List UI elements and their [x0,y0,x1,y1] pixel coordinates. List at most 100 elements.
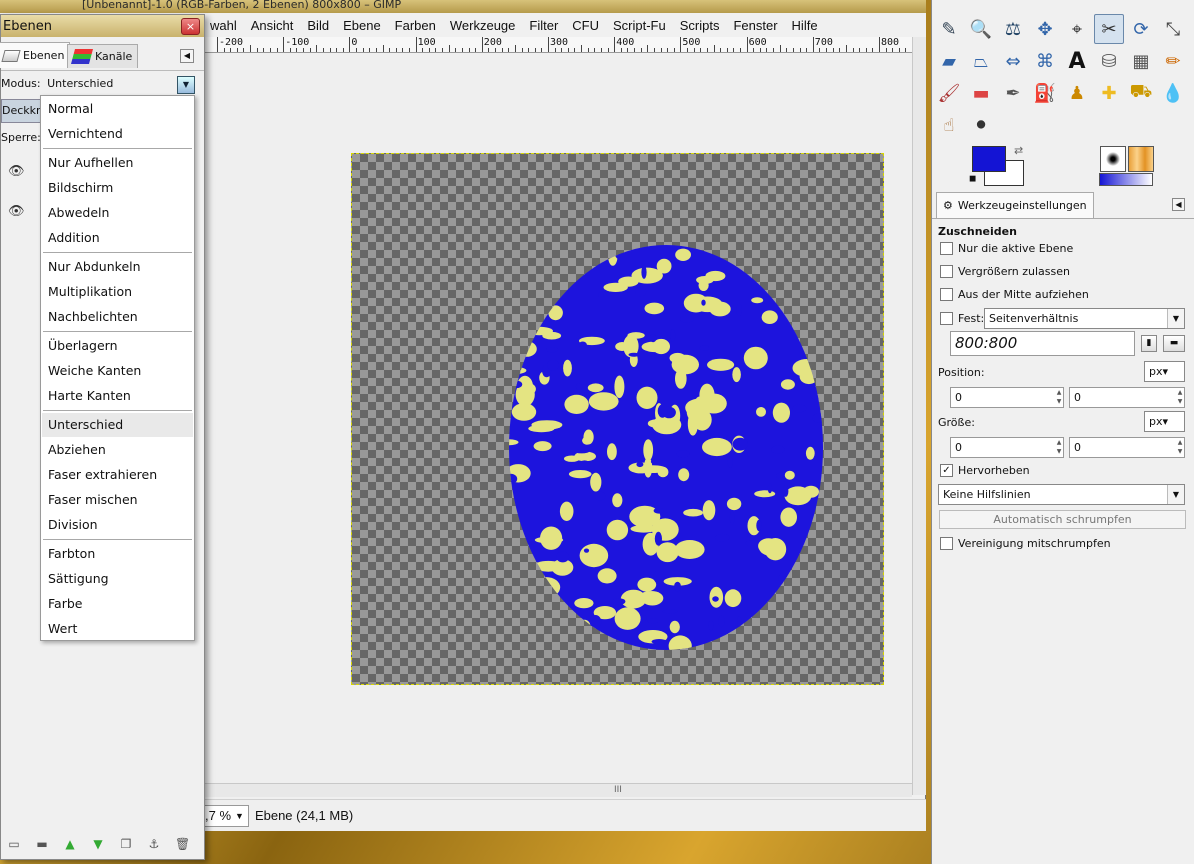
dodge-burn-icon[interactable]: ⚫ [966,110,996,140]
eye-icon[interactable]: 👁 [8,204,25,219]
checkbox-active-layer[interactable] [940,242,953,255]
shear-icon[interactable]: ▰ [934,46,964,76]
menu-scripts[interactable]: Scripts [673,18,727,33]
menu-item-normal[interactable]: Normal [42,97,193,121]
menu-item-faser-mischen[interactable]: Faser mischen [42,488,193,512]
portrait-icon[interactable]: ▮ [1141,335,1157,352]
menu-script-fu[interactable]: Script-Fu [606,18,673,33]
duplicate-layer-icon[interactable]: ❐ [119,837,133,851]
menu-item-addition[interactable]: Addition [42,226,193,250]
foreground-color-swatch[interactable] [972,146,1006,172]
menu-cfu[interactable]: CFU [565,18,606,33]
position-x-input[interactable]: 0 ▲ ▼ [950,387,1064,408]
brush-preview[interactable] [1100,146,1126,172]
eraser-icon[interactable]: ▬ [966,78,996,108]
smudge-icon[interactable]: ☝ [934,110,964,140]
menu-item-farbton[interactable]: Farbton [42,542,193,566]
menu-item-vernichtend[interactable]: Vernichtend [42,122,193,146]
spin-arrows-icon[interactable]: ▲ ▼ [1055,438,1063,457]
raise-layer-icon[interactable]: ▲ [63,837,77,851]
text-icon[interactable]: A [1062,46,1092,76]
menu-item-division[interactable]: Division [42,513,193,537]
menu-item-farbe[interactable]: Farbe [42,592,193,616]
guides-select[interactable]: Keine Hilfslinien ▼ [938,484,1185,505]
paintbrush-icon[interactable]: 🖌 [934,78,964,108]
layers-dialog-titlebar[interactable]: Ebenen [1,15,204,37]
color-picker-icon[interactable]: ✎ [934,14,964,44]
checkbox-allow-growing[interactable] [940,265,953,278]
checkbox-shrink-merged[interactable] [940,537,953,550]
menu-item-abziehen[interactable]: Abziehen [42,438,193,462]
checkbox-fixed[interactable] [940,312,953,325]
auto-shrink-button[interactable]: Automatisch schrumpfen [939,510,1186,529]
menu-item-bildschirm[interactable]: Bildschirm [42,176,193,200]
swap-colors-icon[interactable]: ⇄ [1014,144,1023,157]
menu-item-abwedeln[interactable]: Abwedeln [42,201,193,225]
pencil-icon[interactable]: ✏ [1158,46,1188,76]
clone-icon[interactable]: ♟ [1062,78,1092,108]
spin-arrows-icon[interactable]: ▲ ▼ [1176,388,1184,407]
measure-icon[interactable]: ⚖ [998,14,1028,44]
menu-werkzeuge[interactable]: Werkzeuge [443,18,523,33]
bucket-fill-icon[interactable]: ⛁ [1094,46,1124,76]
perspective-icon[interactable]: ⏢ [966,46,996,76]
mode-dropdown-button[interactable]: ▼ [177,76,195,94]
tab-menu-icon[interactable]: ◀ [180,49,194,63]
menu-ebene[interactable]: Ebene [336,18,388,33]
checkbox-expand-center[interactable] [940,288,953,301]
gradient-preview[interactable] [1099,173,1153,186]
menu-item-nur-abdunkeln[interactable]: Nur Abdunkeln [42,255,193,279]
menu-item-faser-extrahieren[interactable]: Faser extrahieren [42,463,193,487]
zoom-select[interactable]: ,7 % ▼ [200,804,249,827]
heal-icon[interactable]: ✚ [1094,78,1124,108]
size-height-input[interactable]: 0 ▲ ▼ [1069,437,1185,458]
menu-item-unterschied[interactable]: Unterschied [42,413,193,437]
tab-tool-options[interactable]: ⚙ Werkzeugeinstellungen [936,192,1094,218]
reset-colors-icon[interactable]: ◼ [969,174,976,184]
zoom-icon[interactable]: 🔍 [966,14,996,44]
menu-hilfe[interactable]: Hilfe [785,18,825,33]
position-y-input[interactable]: 0 ▲ ▼ [1069,387,1185,408]
scale-icon[interactable]: ⤡ [1158,14,1188,44]
vertical-scrollbar[interactable] [912,37,926,795]
menu-item-multiplikation[interactable]: Multiplikation [42,280,193,304]
eye-icon[interactable]: 👁 [8,164,25,179]
tab-ebenen[interactable]: Ebenen [0,42,71,68]
menu-item-harte-kanten[interactable]: Harte Kanten [42,384,193,408]
lower-layer-icon[interactable]: ▼ [91,837,105,851]
ratio-input[interactable]: 800:800 [950,331,1135,356]
airbrush-icon[interactable]: ✒ [998,78,1028,108]
image-canvas[interactable] [351,153,884,685]
menu-ansicht[interactable]: Ansicht [244,18,301,33]
menu-item-saettigung[interactable]: Sättigung [42,567,193,591]
fixed-mode-select[interactable]: Seitenverhältnis ▼ [984,308,1185,329]
menu-bild[interactable]: Bild [300,18,336,33]
close-button[interactable]: × [181,18,200,35]
landscape-icon[interactable]: ▬ [1163,335,1185,352]
pattern-preview[interactable] [1128,146,1154,172]
menu-auswahl[interactable]: wahl [200,18,244,33]
blend-icon[interactable]: ▦ [1126,46,1156,76]
cage-icon[interactable]: ⌘ [1030,46,1060,76]
menu-item-nur-aufhellen[interactable]: Nur Aufhellen [42,151,193,175]
horizontal-scrollbar[interactable] [200,783,912,797]
anchor-layer-icon[interactable]: ⚓ [147,837,161,851]
horizontal-ruler[interactable]: -200 -100 0 100 200 300 400 500 600 700 800 [200,37,912,53]
spin-arrows-icon[interactable]: ▲ ▼ [1055,388,1063,407]
rotate-icon[interactable]: ⟳ [1126,14,1156,44]
menu-item-ueberlagern[interactable]: Überlagern [42,334,193,358]
flip-icon[interactable]: ⇔ [998,46,1028,76]
menu-item-wert[interactable]: Wert [42,617,193,641]
delete-layer-icon[interactable]: 🗑 [175,837,190,851]
size-width-input[interactable]: 0 ▲ ▼ [950,437,1064,458]
menu-item-weiche-kanten[interactable]: Weiche Kanten [42,359,193,383]
new-group-icon[interactable]: ▬ [35,837,49,851]
menu-filter[interactable]: Filter [522,18,565,33]
tab-menu-icon[interactable]: ◀ [1172,198,1185,211]
size-unit-select[interactable]: px▾ [1144,411,1185,432]
ink-icon[interactable]: ⛽ [1030,78,1060,108]
position-unit-select[interactable]: px▾ [1144,361,1185,382]
menu-item-nachbelichten[interactable]: Nachbelichten [42,305,193,329]
menu-farben[interactable]: Farben [388,18,443,33]
menu-fenster[interactable]: Fenster [726,18,784,33]
